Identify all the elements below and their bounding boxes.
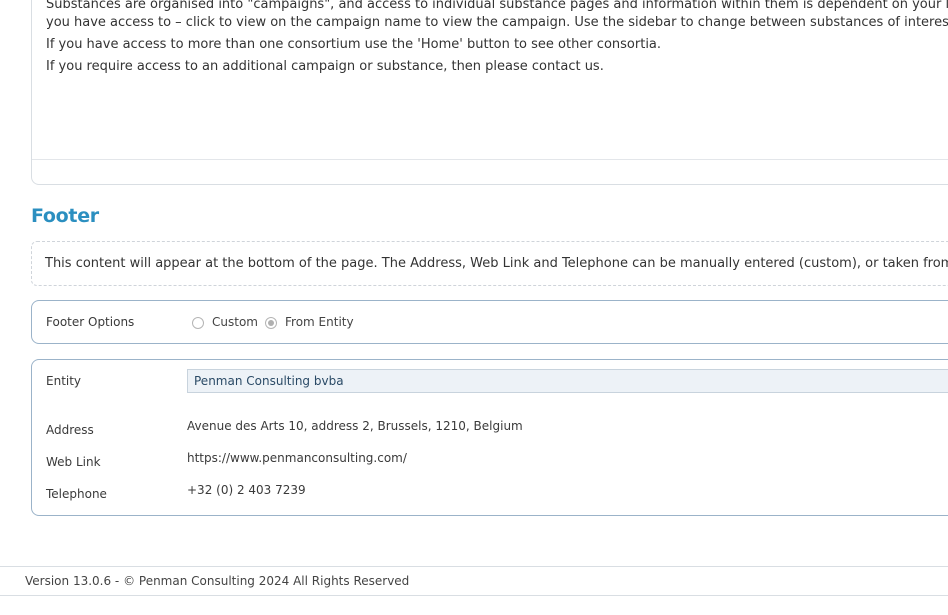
intro-line-1: Substances are organised into "campaigns…: [46, 0, 948, 12]
web-link-value: https://www.penmanconsulting.com/: [187, 451, 407, 465]
telephone-label: Telephone: [46, 487, 107, 501]
custom-radio[interactable]: [192, 317, 204, 329]
intro-panel: Substances are organised into "campaigns…: [31, 0, 948, 185]
footer-info-text: This content will appear at the bottom o…: [45, 256, 948, 271]
entity-select[interactable]: Penman Consulting bvba: [187, 369, 948, 393]
address-label: Address: [46, 423, 94, 437]
footer-options-box: Footer Options Custom From Entity: [31, 300, 948, 344]
entity-label: Entity: [46, 374, 82, 388]
intro-text: Substances are organised into "campaigns…: [46, 0, 948, 76]
from-entity-radio[interactable]: [265, 317, 277, 329]
footer-options-label: Footer Options: [46, 315, 135, 329]
entity-details-box: Entity Penman Consulting bvba Address Av…: [31, 359, 948, 516]
intro-line-3: If you have access to more than one cons…: [46, 37, 662, 52]
intro-line-2: you have access to – click to view on th…: [46, 15, 948, 30]
intro-divider: [32, 159, 948, 160]
address-value: Avenue des Arts 10, address 2, Brussels,…: [187, 419, 523, 433]
page: Substances are organised into "campaigns…: [0, 0, 948, 615]
custom-radio-label[interactable]: Custom: [212, 315, 258, 329]
from-entity-radio-label[interactable]: From Entity: [285, 315, 354, 329]
intro-line-4: If you require access to an additional c…: [46, 59, 604, 74]
footer-section-title: Footer: [31, 205, 99, 227]
telephone-value: +32 (0) 2 403 7239: [187, 483, 306, 497]
version-bar: Version 13.0.6 - © Penman Consulting 202…: [0, 566, 948, 596]
version-text: Version 13.0.6 - © Penman Consulting 202…: [25, 574, 410, 588]
footer-info-box: This content will appear at the bottom o…: [31, 241, 948, 286]
web-link-label: Web Link: [46, 455, 101, 469]
